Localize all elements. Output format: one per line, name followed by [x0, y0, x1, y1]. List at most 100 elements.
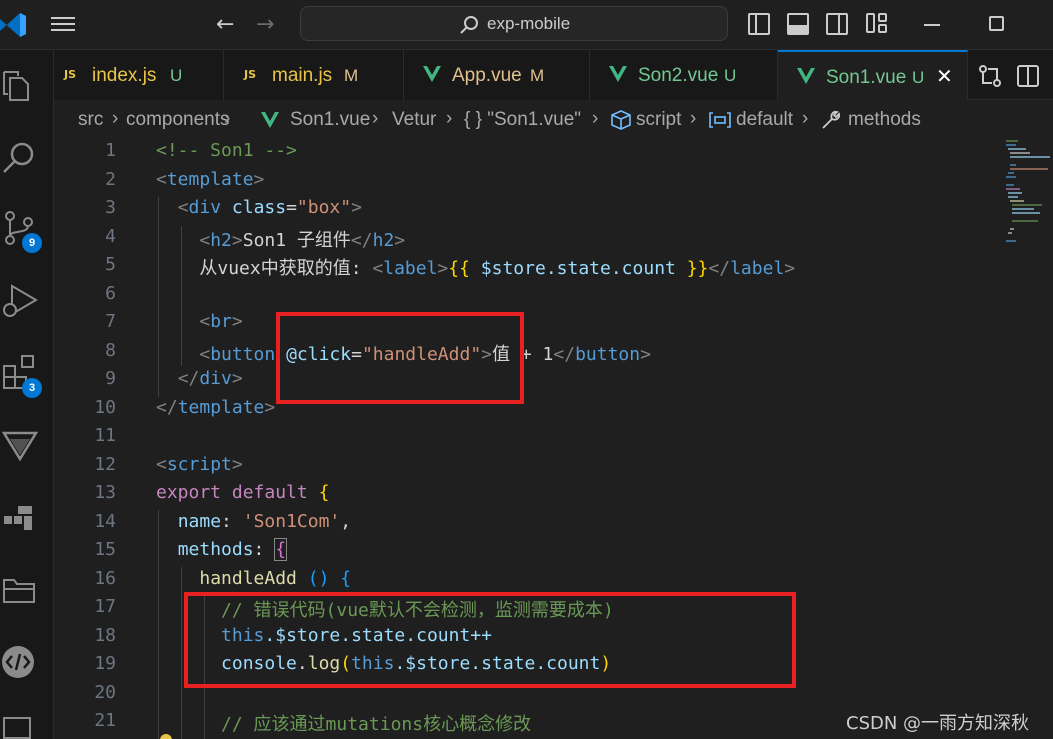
code-snippet-icon[interactable] [0, 642, 40, 682]
tag-token: label [383, 258, 438, 279]
tab-index-js[interactable]: JS index.js U [54, 50, 224, 100]
code-editor[interactable]: 1 2 3 4 5 6 7 8 9 10 11 12 13 14 15 16 1… [54, 140, 1053, 739]
code-line-14: name: 'Son1Com', [177, 511, 352, 532]
breadcrumb-item[interactable]: Son1.vue [290, 109, 370, 131]
tab-status: M [530, 66, 545, 85]
line-number: 12 [94, 454, 116, 475]
watermark-text: CSDN @一雨方知深秋 [846, 713, 1030, 734]
explorer-icon[interactable] [0, 68, 40, 108]
chevron-right-icon: › [372, 108, 379, 129]
search-sidebar-icon[interactable] [0, 138, 40, 178]
breadcrumb-item[interactable]: methods [848, 109, 921, 131]
tab-main-js[interactable]: JS main.js M [224, 50, 404, 100]
monitor-icon[interactable] [0, 714, 40, 739]
toggle-panel-icon[interactable] [787, 13, 809, 35]
maximize-window-icon[interactable] [989, 16, 1004, 31]
search-icon [460, 16, 478, 34]
remote-explorer-icon[interactable] [0, 425, 40, 465]
line-number: 17 [94, 596, 116, 617]
tab-label: Son1.vue [826, 67, 907, 88]
expression-token: $store.state.count [480, 258, 676, 279]
attr-token: class [231, 197, 287, 218]
tab-label: index.js [92, 65, 157, 86]
run-debug-icon[interactable] [0, 280, 40, 320]
tag-token: h2 [372, 230, 395, 251]
activity-bar: 9 3 [0, 50, 54, 739]
vue-file-icon [423, 66, 441, 82]
tab-app-vue[interactable]: App.vue M [404, 50, 590, 100]
line-number: 13 [94, 482, 116, 503]
line-number: 10 [94, 397, 116, 418]
breadcrumb-item[interactable]: { } "Son1.vue" [464, 109, 581, 131]
code-line-5: 从vuex中获取的值: <label>{{ $store.state.count… [199, 258, 796, 279]
tag-token: div [188, 197, 222, 218]
code-line-1: <!-- Son1 --> [156, 140, 297, 161]
hamburger-menu-icon[interactable] [48, 13, 78, 37]
minimap[interactable] [1000, 140, 1050, 260]
vue-file-icon [261, 112, 279, 128]
back-arrow-icon[interactable]: ← [216, 12, 234, 37]
compare-changes-icon[interactable] [978, 64, 1002, 88]
code-line-9: </div> [177, 368, 243, 389]
close-tab-icon[interactable]: ✕ [936, 64, 953, 88]
breadcrumb-item[interactable]: script [636, 109, 681, 131]
workspace-icon[interactable] [0, 498, 40, 538]
breadcrumb-item[interactable]: Vetur [392, 109, 436, 131]
tag-token: template [166, 169, 254, 190]
forward-arrow-icon[interactable]: → [256, 12, 274, 37]
line-number: 9 [105, 368, 116, 389]
line-number: 20 [94, 682, 116, 703]
lightbulb-icon[interactable] [160, 734, 172, 739]
code-line-2: <template> [156, 169, 265, 190]
breadcrumb-item[interactable]: components [126, 109, 230, 131]
line-number: 14 [94, 511, 116, 532]
code-line-4: <h2>Son1 子组件</h2> [199, 230, 406, 251]
comment-token: <!-- Son1 --> [156, 140, 297, 161]
toggle-secondary-sidebar-icon[interactable] [826, 13, 848, 35]
tab-label: App.vue [452, 65, 522, 86]
tag-token: button [210, 344, 276, 365]
js-file-icon: JS [244, 68, 257, 81]
line-number: 21 [94, 710, 116, 731]
comment-token: // 应该通过mutations核心概念修改 [221, 714, 532, 735]
minimize-window-icon[interactable] [924, 24, 940, 26]
customize-layout-icon[interactable] [866, 13, 888, 35]
breadcrumb-item[interactable]: default [736, 109, 793, 131]
line-number: 3 [105, 197, 116, 218]
chevron-right-icon: › [690, 108, 697, 129]
highlight-box-wrong-code [184, 592, 796, 688]
string-token: 'Son1Com' [242, 511, 341, 532]
code-line-15: methods: { [177, 538, 288, 561]
tag-token: script [166, 454, 232, 475]
tag-token: h2 [210, 230, 232, 251]
editor-tab-bar: JS index.js U JS main.js M App.vue M Son… [54, 50, 1053, 100]
vue-file-icon [609, 66, 627, 82]
tag-token: br [210, 311, 232, 332]
text-token: Son1 子组件 [242, 230, 351, 251]
vscode-logo-icon [0, 13, 26, 37]
toggle-primary-sidebar-icon[interactable] [748, 13, 770, 35]
tab-son2-vue[interactable]: Son2.vue U [590, 50, 778, 100]
code-line-3: <div class="box"> [177, 197, 362, 218]
line-number: 2 [105, 169, 116, 190]
folder-icon[interactable] [0, 570, 40, 610]
split-editor-icon[interactable] [1016, 64, 1040, 88]
command-center-text: exp-mobile [487, 14, 571, 33]
line-number: 1 [105, 140, 116, 161]
function-token: handleAdd [199, 568, 297, 589]
keyword-token: default [231, 482, 308, 503]
line-number: 6 [105, 283, 116, 304]
breadcrumb-item[interactable]: src [78, 109, 103, 131]
tab-label: Son2.vue [638, 65, 719, 86]
line-number: 15 [94, 539, 116, 560]
variable-icon [709, 112, 731, 128]
command-center-search[interactable]: exp-mobile [300, 6, 728, 41]
string-token: "box" [296, 197, 352, 218]
chevron-right-icon: › [802, 108, 809, 129]
line-number: 7 [105, 311, 116, 332]
code-line-10: </template> [156, 397, 276, 418]
tab-status: M [344, 66, 359, 85]
line-number: 16 [94, 568, 116, 589]
extensions-badge: 3 [22, 378, 42, 398]
chevron-right-icon: › [112, 108, 119, 129]
